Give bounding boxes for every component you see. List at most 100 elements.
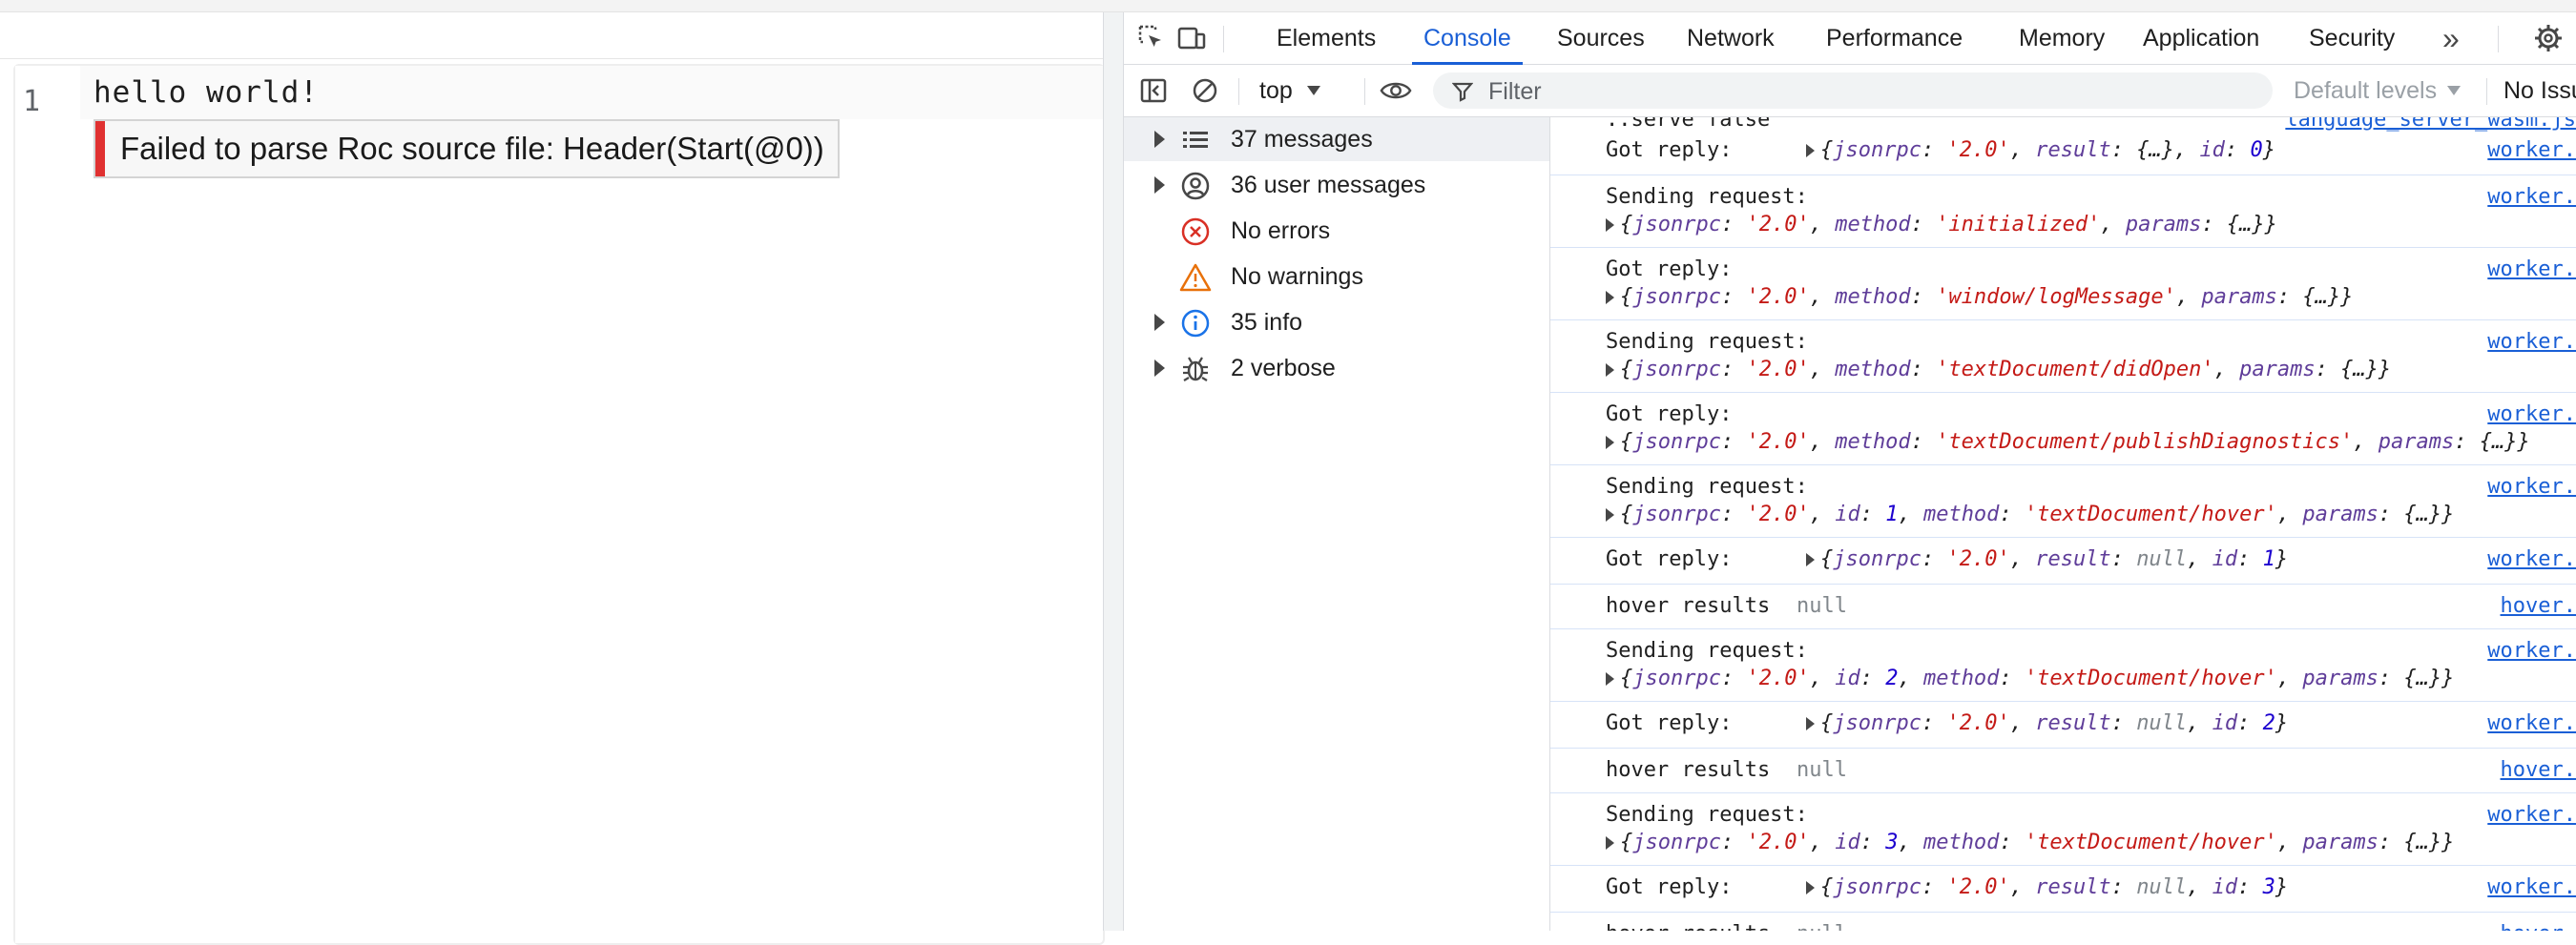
expand-arrow-icon[interactable] xyxy=(1606,836,1614,850)
object-value: 1 xyxy=(2262,547,2275,571)
log-object[interactable]: {jsonrpc: '2.0', result: null, id: 2} xyxy=(1806,711,2288,735)
log-row[interactable]: Sending request: worker. {jsonrpc: '2.0', … xyxy=(1550,465,2576,538)
tab-label: Application xyxy=(2143,24,2260,51)
sidebar-toggle-icon[interactable] xyxy=(1137,74,1170,107)
device-toolbar-icon[interactable] xyxy=(1175,22,1208,54)
expand-arrow-icon[interactable] xyxy=(1806,881,1815,894)
source-link[interactable]: worker. xyxy=(2487,330,2576,354)
clear-console-icon[interactable] xyxy=(1189,74,1221,107)
expand-arrow-icon[interactable] xyxy=(1154,176,1165,194)
source-link[interactable]: worker. xyxy=(2487,711,2576,735)
issues-button[interactable]: No Issues xyxy=(2503,65,2576,116)
object-value: '2.0' xyxy=(1746,831,1810,854)
log-row[interactable]: Sending request: worker. {jsonrpc: '2.0', … xyxy=(1550,175,2576,248)
log-row[interactable]: Sending request: worker. {jsonrpc: '2.0', … xyxy=(1550,629,2576,702)
issues-label: No Issues xyxy=(2503,76,2576,104)
log-row[interactable]: hover results hover. null xyxy=(1550,585,2576,629)
expand-arrow-icon[interactable] xyxy=(1606,218,1614,232)
tab-sources[interactable]: Sources xyxy=(1557,12,1645,64)
log-object[interactable]: {jsonrpc: '2.0', result: {…}, id: 0} xyxy=(1806,138,2275,162)
log-object[interactable]: {jsonrpc: '2.0', method: 'textDocument/d… xyxy=(1606,358,2391,381)
log-object[interactable]: {jsonrpc: '2.0', id: 3, method: 'textDoc… xyxy=(1606,831,2454,854)
log-object[interactable]: {jsonrpc: '2.0', id: 1, method: 'textDoc… xyxy=(1606,503,2454,526)
tab-memory[interactable]: Memory xyxy=(2019,12,2105,64)
source-link[interactable]: worker. xyxy=(2487,875,2576,899)
source-link[interactable]: worker. xyxy=(2487,138,2576,162)
more-tabs-button[interactable]: » xyxy=(2442,12,2460,64)
source-link[interactable]: worker. xyxy=(2487,185,2576,209)
source-link[interactable]: hover. xyxy=(2501,922,2576,931)
filter-input[interactable]: Filter xyxy=(1433,72,2273,109)
source-link[interactable]: worker. xyxy=(2487,803,2576,827)
expand-arrow-icon[interactable] xyxy=(1806,144,1815,157)
expand-arrow-icon[interactable] xyxy=(1806,553,1815,566)
tab-console[interactable]: Console xyxy=(1412,12,1523,65)
live-expression-eye-icon[interactable] xyxy=(1380,74,1412,107)
source-link[interactable]: worker. xyxy=(2487,547,2576,571)
code-editor[interactable]: 1 hello world! Failed to parse Roc sourc… xyxy=(13,64,1105,945)
levels-label: Default levels xyxy=(2294,76,2438,104)
log-text: Got reply: xyxy=(1606,402,1733,426)
source-link[interactable]: worker. xyxy=(2487,257,2576,281)
log-row[interactable]: Got reply: worker. {jsonrpc: '2.0', result… xyxy=(1550,538,2576,585)
sidebar-item-messages[interactable]: 37 messages xyxy=(1124,117,1549,161)
object-value: '2.0' xyxy=(1746,430,1810,454)
sidebar-item-info[interactable]: 35 info xyxy=(1124,300,1549,344)
log-row[interactable]: Got reply: worker. {jsonrpc: '2.0', result… xyxy=(1550,702,2576,749)
log-object[interactable]: {jsonrpc: '2.0', result: null, id: 1} xyxy=(1806,547,2288,571)
expand-arrow-icon[interactable] xyxy=(1806,717,1815,730)
log-object[interactable]: {jsonrpc: '2.0', method: 'initialized', … xyxy=(1606,213,2277,236)
log-object[interactable]: {jsonrpc: '2.0', method: 'textDocument/p… xyxy=(1606,430,2530,454)
sidebar-item-warnings[interactable]: No warnings xyxy=(1124,255,1549,298)
expand-arrow-icon[interactable] xyxy=(1606,508,1614,522)
source-link[interactable]: hover. xyxy=(2501,758,2576,782)
console-messages[interactable]: ..serve false language_server_wasm.js Go… xyxy=(1550,117,2576,931)
log-object[interactable]: {jsonrpc: '2.0', id: 2, method: 'textDoc… xyxy=(1606,667,2454,690)
sidebar-item-label: 37 messages xyxy=(1231,126,1373,153)
sidebar-item-label: 2 verbose xyxy=(1231,355,1336,381)
source-link[interactable]: worker. xyxy=(2487,475,2576,499)
source-link[interactable]: hover. xyxy=(2501,594,2576,618)
expand-arrow-icon[interactable] xyxy=(1606,363,1614,377)
log-levels-dropdown[interactable]: Default levels xyxy=(2294,65,2462,116)
code-line[interactable]: hello world! xyxy=(80,66,1103,119)
sidebar-item-user-messages[interactable]: 36 user messages xyxy=(1124,163,1549,207)
sidebar-item-errors[interactable]: No errors xyxy=(1124,209,1549,253)
object-value: {…} xyxy=(2302,285,2341,309)
log-row[interactable]: Sending request: worker. {jsonrpc: '2.0', … xyxy=(1550,793,2576,866)
log-row[interactable]: Got reply: worker. {jsonrpc: '2.0', result… xyxy=(1550,129,2576,175)
log-row[interactable]: Got reply: worker. {jsonrpc: '2.0', result… xyxy=(1550,866,2576,913)
log-row[interactable]: Got reply: worker. {jsonrpc: '2.0', method… xyxy=(1550,248,2576,320)
inspect-element-icon[interactable] xyxy=(1135,22,1168,54)
expand-arrow-icon[interactable] xyxy=(1154,131,1165,148)
settings-gear-icon[interactable] xyxy=(2532,22,2565,54)
tab-application[interactable]: Application xyxy=(2143,12,2259,64)
log-row[interactable]: hover results hover. null xyxy=(1550,749,2576,793)
expand-arrow-icon[interactable] xyxy=(1606,291,1614,304)
tab-network[interactable]: Network xyxy=(1687,12,1775,64)
log-row[interactable]: Sending request: worker. {jsonrpc: '2.0', … xyxy=(1550,320,2576,393)
source-link[interactable]: worker. xyxy=(2487,402,2576,426)
tab-performance[interactable]: Performance xyxy=(1826,12,1963,64)
pane-resizer[interactable] xyxy=(1103,12,1124,931)
context-selector[interactable]: top xyxy=(1259,65,1321,116)
log-text: Got reply: xyxy=(1606,875,1733,899)
object-value: {…} xyxy=(2340,358,2379,381)
log-object[interactable]: {jsonrpc: '2.0', method: 'window/logMess… xyxy=(1606,285,2353,309)
log-row[interactable]: hover results hover. null xyxy=(1550,913,2576,931)
sidebar-item-verbose[interactable]: 2 verbose xyxy=(1124,346,1549,390)
chevron-down-icon xyxy=(1306,86,1320,95)
expand-arrow-icon[interactable] xyxy=(1606,436,1614,449)
expand-arrow-icon[interactable] xyxy=(1154,314,1165,331)
log-text: Sending request: xyxy=(1606,330,1808,354)
devtools-panel: Elements Console Sources Network Perform… xyxy=(1124,12,2576,931)
source-link[interactable]: worker. xyxy=(2487,639,2576,663)
expand-arrow-icon[interactable] xyxy=(1154,360,1165,377)
log-row[interactable]: Got reply: worker. {jsonrpc: '2.0', method… xyxy=(1550,393,2576,465)
code-text[interactable]: hello world! xyxy=(93,75,319,110)
log-object[interactable]: {jsonrpc: '2.0', result: null, id: 3} xyxy=(1806,875,2288,899)
expand-arrow-icon[interactable] xyxy=(1606,672,1614,686)
devtools-tab-bar: Elements Console Sources Network Perform… xyxy=(1124,12,2576,65)
tab-elements[interactable]: Elements xyxy=(1277,12,1376,64)
tab-security[interactable]: Security xyxy=(2309,12,2395,64)
